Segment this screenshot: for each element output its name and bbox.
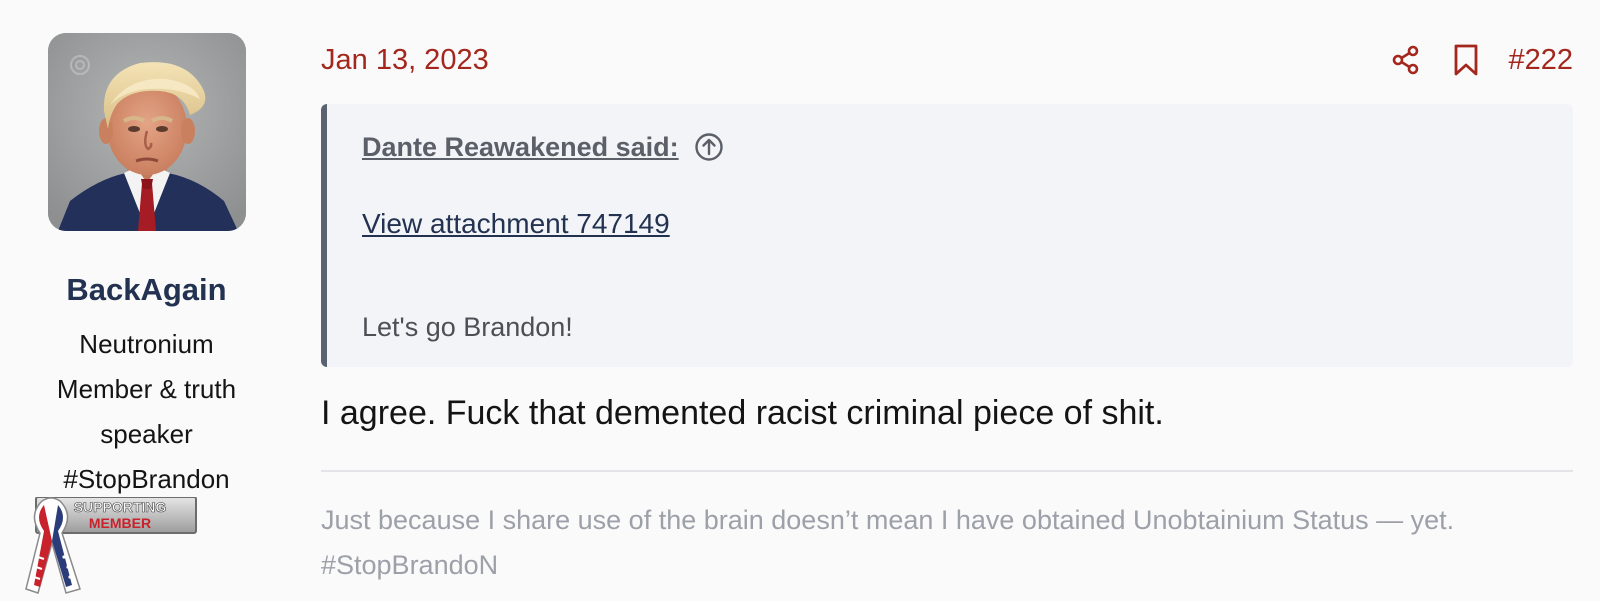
signature: Just because I share use of the brain do… — [321, 505, 1455, 580]
quote-author-link[interactable]: Dante Reawakened said: — [362, 132, 679, 163]
bookmark-icon[interactable] — [1448, 42, 1484, 78]
post: Jan 13, 2023 #222 Dante Reawakened said: — [321, 0, 1573, 596]
avatar[interactable] — [48, 33, 246, 231]
post-number[interactable]: #222 — [1508, 44, 1573, 77]
user-info-column: BackAgain Neutronium Member & truth spea… — [0, 0, 290, 596]
badge-line2: MEMBER — [89, 515, 151, 531]
quote-text: Let's go Brandon! — [362, 312, 573, 342]
post-date[interactable]: Jan 13, 2023 — [321, 44, 489, 77]
badge-line1: SUPPORTING — [74, 499, 167, 515]
supporting-member-badge: SUPPORTING MEMBER — [22, 496, 198, 596]
avatar-portrait-image — [48, 33, 246, 231]
share-icon[interactable] — [1388, 42, 1424, 78]
post-actions: #222 — [1388, 40, 1573, 80]
username[interactable]: BackAgain — [0, 272, 293, 308]
view-attachment-link[interactable]: View attachment 747149 — [362, 208, 670, 240]
quote-block: Dante Reawakened said: View attachment 7… — [321, 104, 1573, 367]
quote-author: Dante Reawakened said: — [362, 131, 725, 163]
signature-divider — [321, 470, 1573, 472]
post-body: I agree. Fuck that demented racist crimi… — [321, 394, 1164, 432]
arrow-up-circle-icon[interactable] — [693, 131, 725, 163]
user-title: Neutronium Member & truth speaker #StopB… — [56, 329, 237, 494]
